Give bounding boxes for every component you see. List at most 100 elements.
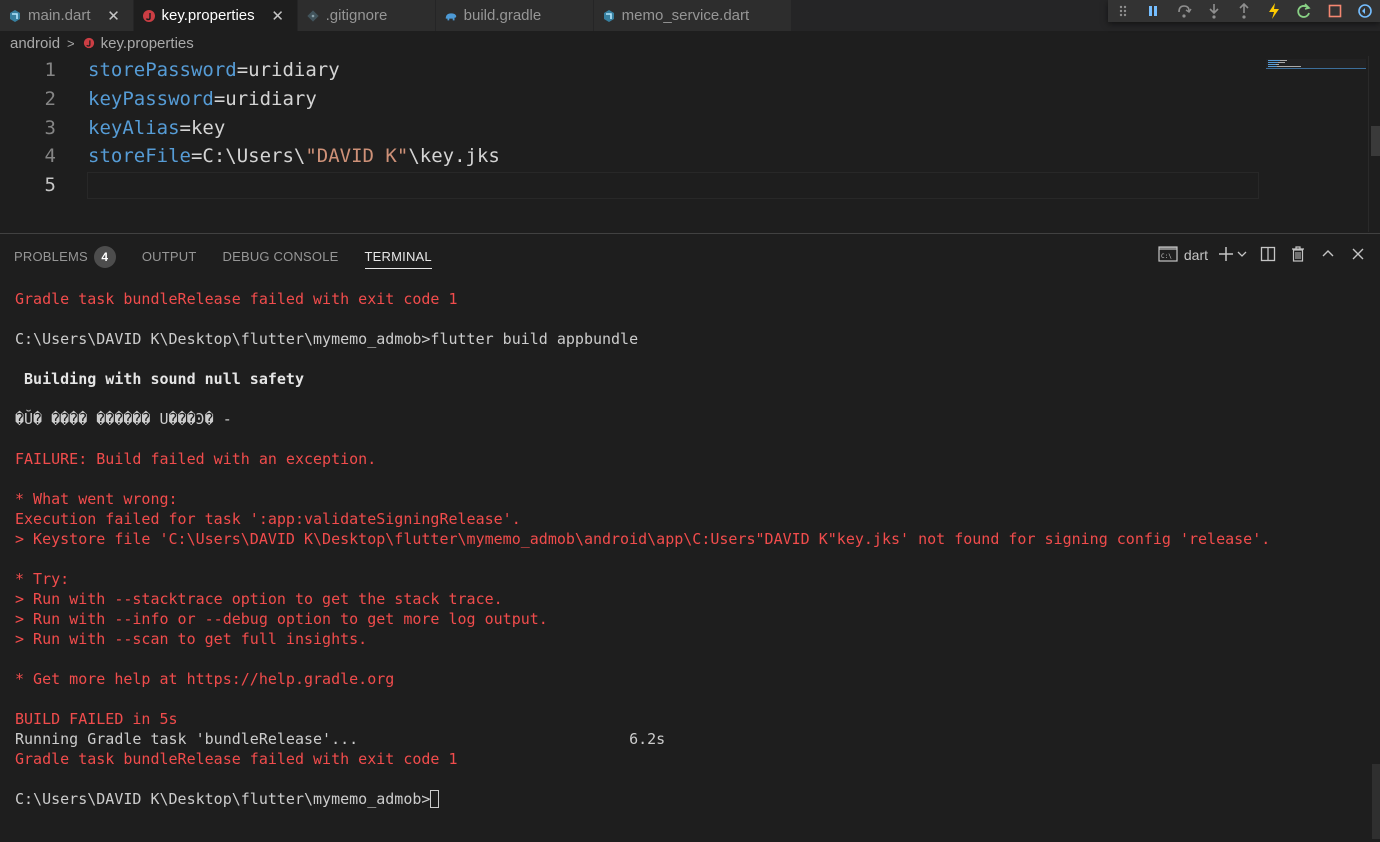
- maximize-panel-button[interactable]: [1318, 244, 1338, 266]
- restart-icon[interactable]: [1295, 2, 1313, 20]
- property-key: keyAlias: [88, 117, 180, 139]
- bottom-panel: PROBLEMS 4 OUTPUT DEBUG CONSOLE TERMINAL…: [0, 233, 1380, 842]
- line-content[interactable]: keyAlias=key: [88, 114, 225, 143]
- terminal-line-text: BUILD FAILED in 5s: [15, 710, 178, 728]
- tab-output[interactable]: OUTPUT: [142, 245, 197, 269]
- terminal-icon: C:\: [1158, 245, 1178, 265]
- property-key: keyPassword: [88, 88, 214, 110]
- terminal-line-text: Building with sound null safety: [15, 370, 304, 388]
- hot-reload-icon[interactable]: [1265, 2, 1283, 20]
- close-panel-button[interactable]: [1348, 244, 1368, 266]
- terminal-line-text: > Run with --info or --debug option to g…: [15, 610, 548, 628]
- property-value: uridiary: [225, 88, 317, 110]
- step-over-icon[interactable]: [1175, 2, 1193, 20]
- terminal-selector[interactable]: C:\ dart: [1158, 244, 1208, 266]
- property-key: storePassword: [88, 59, 237, 81]
- tab-label: build.gradle: [463, 7, 542, 24]
- tab-build-gradle[interactable]: build.gradle: [435, 0, 594, 31]
- minimap[interactable]: [1266, 56, 1366, 69]
- tab-label: main.dart: [28, 7, 91, 24]
- terminal-line-text: > Keystore file 'C:\Users\DAVID K\Deskto…: [15, 530, 1271, 548]
- terminal-name: dart: [1183, 247, 1208, 263]
- code-line[interactable]: 3 keyAlias=key: [0, 114, 1260, 143]
- terminal-line-text: > Run with --stacktrace option to get th…: [15, 590, 503, 608]
- code-editor[interactable]: 1 storePassword=uridiary 2 keyPassword=u…: [0, 56, 1368, 232]
- tab-label: memo_service.dart: [621, 7, 750, 24]
- terminal-line-text: Running Gradle task 'bundleRelease'... 6…: [15, 730, 666, 748]
- tab-label: .gitignore: [325, 7, 388, 24]
- terminal-line: > Keystore file 'C:\Users\DAVID K\Deskto…: [15, 529, 1365, 549]
- tab-gitignore[interactable]: .gitignore: [297, 0, 436, 31]
- breadcrumb-folder[interactable]: android: [10, 35, 60, 52]
- line-content[interactable]: storePassword=uridiary: [88, 56, 340, 85]
- gradle-elephant-icon: [444, 9, 458, 23]
- scrollbar-thumb[interactable]: [1371, 126, 1380, 156]
- tab-main-dart[interactable]: main.dart ✕: [0, 0, 134, 31]
- close-icon[interactable]: ✕: [271, 7, 285, 25]
- line-number: 3: [44, 117, 56, 139]
- terminal-line: FAILURE: Build failed with an exception.: [15, 449, 1365, 469]
- tab-memo-service-dart[interactable]: memo_service.dart: [593, 0, 792, 31]
- close-icon[interactable]: ✕: [107, 7, 121, 25]
- tab-terminal[interactable]: TERMINAL: [364, 244, 432, 269]
- split-icon: [1260, 246, 1276, 265]
- chevron-down-icon[interactable]: [1236, 247, 1248, 263]
- pause-icon[interactable]: [1144, 2, 1162, 20]
- code-line[interactable]: 4 storeFile=C:\Users\"DAVID K"\key.jks: [0, 142, 1260, 171]
- code-line[interactable]: 2 keyPassword=uridiary: [0, 85, 1260, 114]
- line-number: 4: [44, 145, 56, 167]
- tab-debug-console[interactable]: DEBUG CONSOLE: [223, 245, 339, 269]
- terminal-line: BUILD FAILED in 5s: [15, 709, 1365, 729]
- trash-icon: [1291, 245, 1305, 265]
- code-line-current[interactable]: 5: [0, 171, 1260, 200]
- terminal-line-text: * Try:: [15, 570, 70, 588]
- terminal-scrollbar-thumb[interactable]: [1372, 764, 1380, 839]
- split-terminal-button[interactable]: [1258, 244, 1278, 266]
- line-content[interactable]: keyPassword=uridiary: [88, 85, 317, 114]
- tab-problems[interactable]: PROBLEMS 4: [14, 245, 116, 269]
- terminal-line: Building with sound null safety: [15, 369, 1365, 389]
- terminal-line-text: C:\Users\DAVID K\Desktop\flutter\mymemo_…: [15, 790, 431, 808]
- tab-label: DEBUG CONSOLE: [222, 249, 339, 264]
- kill-terminal-button[interactable]: [1288, 244, 1308, 266]
- stop-icon[interactable]: [1326, 2, 1344, 20]
- terminal-line: > Run with --stacktrace option to get th…: [15, 589, 1365, 609]
- terminal-line-text: Execution failed for task ':app:validate…: [15, 510, 521, 528]
- tab-key-properties[interactable]: key.properties ✕: [133, 0, 298, 31]
- new-terminal-button[interactable]: [1218, 244, 1248, 266]
- add-icon: [1218, 246, 1234, 265]
- terminal-line-text: * Get more help at https://help.gradle.o…: [15, 670, 395, 688]
- drag-handle-icon[interactable]: [1114, 2, 1132, 20]
- line-content[interactable]: storeFile=C:\Users\"DAVID K"\key.jks: [88, 142, 500, 171]
- equals-sign: =: [213, 88, 226, 110]
- tab-label: OUTPUT: [141, 249, 197, 264]
- terminal-prompt-line: C:\Users\DAVID K\Desktop\flutter\mymemo_…: [15, 789, 1365, 809]
- property-value: C:\Users\: [202, 145, 306, 167]
- tab-label: PROBLEMS: [14, 249, 88, 264]
- debug-toolbar: [1108, 0, 1380, 22]
- property-value: key: [190, 117, 226, 139]
- code-line[interactable]: 1 storePassword=uridiary: [0, 56, 1260, 85]
- dart-icon: [8, 9, 22, 23]
- devtools-icon[interactable]: [1356, 2, 1374, 20]
- terminal-line: > Run with --info or --debug option to g…: [15, 609, 1365, 629]
- chevron-right-icon: >: [67, 35, 75, 51]
- step-into-icon[interactable]: [1205, 2, 1223, 20]
- terminal-line: Gradle task bundleRelease failed with ex…: [15, 749, 1365, 769]
- tab-label: key.properties: [161, 7, 255, 24]
- breadcrumb: android > key.properties: [10, 33, 194, 53]
- step-out-icon[interactable]: [1235, 2, 1253, 20]
- breadcrumb-file[interactable]: key.properties: [101, 35, 194, 52]
- terminal-line-text: Gradle task bundleRelease failed with ex…: [15, 290, 458, 308]
- line-number: 2: [44, 88, 56, 110]
- terminal-line: * Try:: [15, 569, 1365, 589]
- property-key: storeFile: [88, 145, 191, 167]
- terminal-output[interactable]: Gradle task bundleRelease failed with ex…: [15, 289, 1365, 809]
- editor-scrollbar[interactable]: [1368, 56, 1380, 232]
